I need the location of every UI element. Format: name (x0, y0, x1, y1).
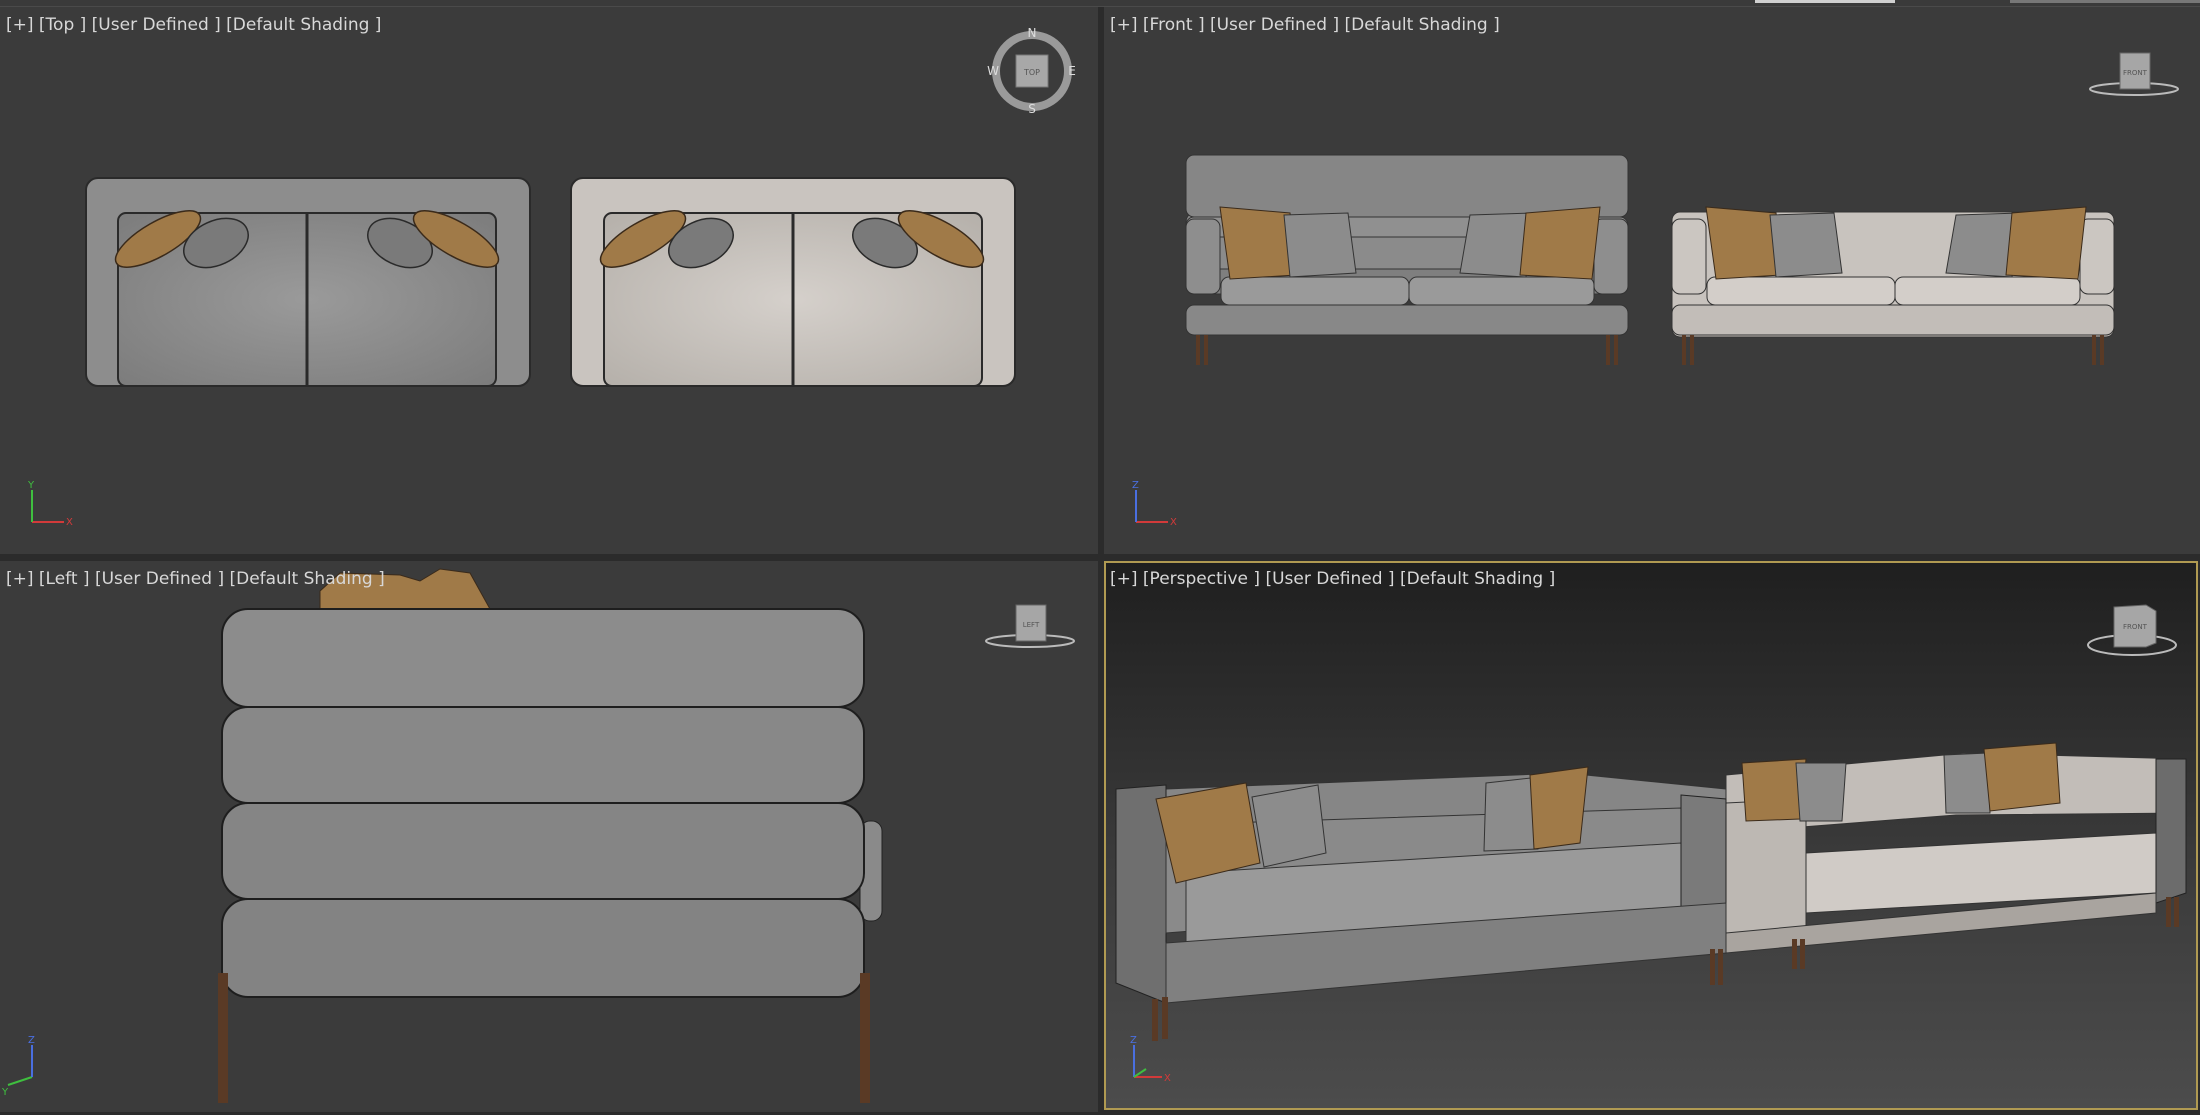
viewport-label-top[interactable]: [+] [Top ] [User Defined ] [Default Shad… (6, 15, 381, 35)
viewcube[interactable]: FRONT (2089, 52, 2179, 96)
top-view-scene: TOP N S E W X Y (27, 26, 1076, 528)
axis-y-label: Y (27, 480, 35, 491)
viewport-front[interactable]: FRONT X Z [+] [Front ] [User Defined ] [… (1104, 7, 2200, 554)
sofa-light-top[interactable] (570, 177, 1016, 387)
viewport-label-left[interactable]: [+] [Left ] [User Defined ] [Default Sha… (6, 569, 385, 589)
viewport-label-perspective[interactable]: [+] [Perspective ] [User Defined ] [Defa… (1110, 569, 1555, 589)
perspective-view-scene: FRONT X Z (1115, 604, 2187, 1084)
sofa-side-left[interactable] (218, 568, 883, 1103)
viewport-top[interactable]: TOP N S E W X Y [+] [Top ] [User Defined… (0, 7, 1098, 554)
compass-east: E (1068, 64, 1076, 78)
viewcube-face-label: FRONT (2123, 623, 2148, 631)
active-tab-indicator[interactable] (1755, 0, 1895, 3)
sofa-grey-perspective[interactable] (1115, 766, 1727, 1041)
viewport-left[interactable]: LEFT Y Z [+] [Left ] [User Defined ] [De… (0, 561, 1098, 1112)
viewport-tab-strip (0, 0, 2200, 7)
left-view-scene: LEFT Y Z (1, 568, 1075, 1103)
viewcube-face-label: LEFT (1023, 621, 1040, 629)
axis-z-label: Z (1132, 480, 1139, 491)
sofa-light-perspective[interactable] (1725, 742, 2187, 969)
viewcube[interactable]: FRONT (2087, 604, 2177, 656)
viewcube-face-label: TOP (1023, 68, 1040, 77)
viewport-perspective[interactable]: FRONT X Z [+] [Perspective ] [User Defin… (1104, 561, 2198, 1110)
compass-south: S (1028, 102, 1036, 116)
sofa-grey-front[interactable] (1185, 154, 1629, 365)
front-view-scene: FRONT X Z (1132, 52, 2179, 528)
viewcube[interactable]: LEFT (985, 604, 1075, 648)
axis-x-label: X (66, 517, 73, 528)
axis-z-label: Z (1130, 1035, 1137, 1046)
axis-z-label: Z (28, 1035, 35, 1046)
axis-y-label: Y (1, 1087, 9, 1098)
sofa-grey-top[interactable] (85, 177, 531, 387)
axis-x-label: X (1170, 517, 1177, 528)
axis-tripod: Y Z (1, 1035, 35, 1098)
viewport-label-front[interactable]: [+] [Front ] [User Defined ] [Default Sh… (1110, 15, 1500, 35)
axis-x-label: X (1164, 1073, 1171, 1084)
compass-north: N (1028, 26, 1037, 40)
compass-west: W (987, 64, 999, 78)
viewcube-face-label: FRONT (2123, 69, 2148, 77)
sofa-light-front[interactable] (1671, 206, 2115, 365)
axis-tripod: X Y (27, 480, 73, 528)
viewcube-compass[interactable]: TOP N S E W (987, 26, 1076, 116)
axis-tripod: X Z (1130, 1035, 1171, 1084)
tab-indicator[interactable] (2010, 0, 2200, 3)
axis-tripod: X Z (1132, 480, 1177, 528)
